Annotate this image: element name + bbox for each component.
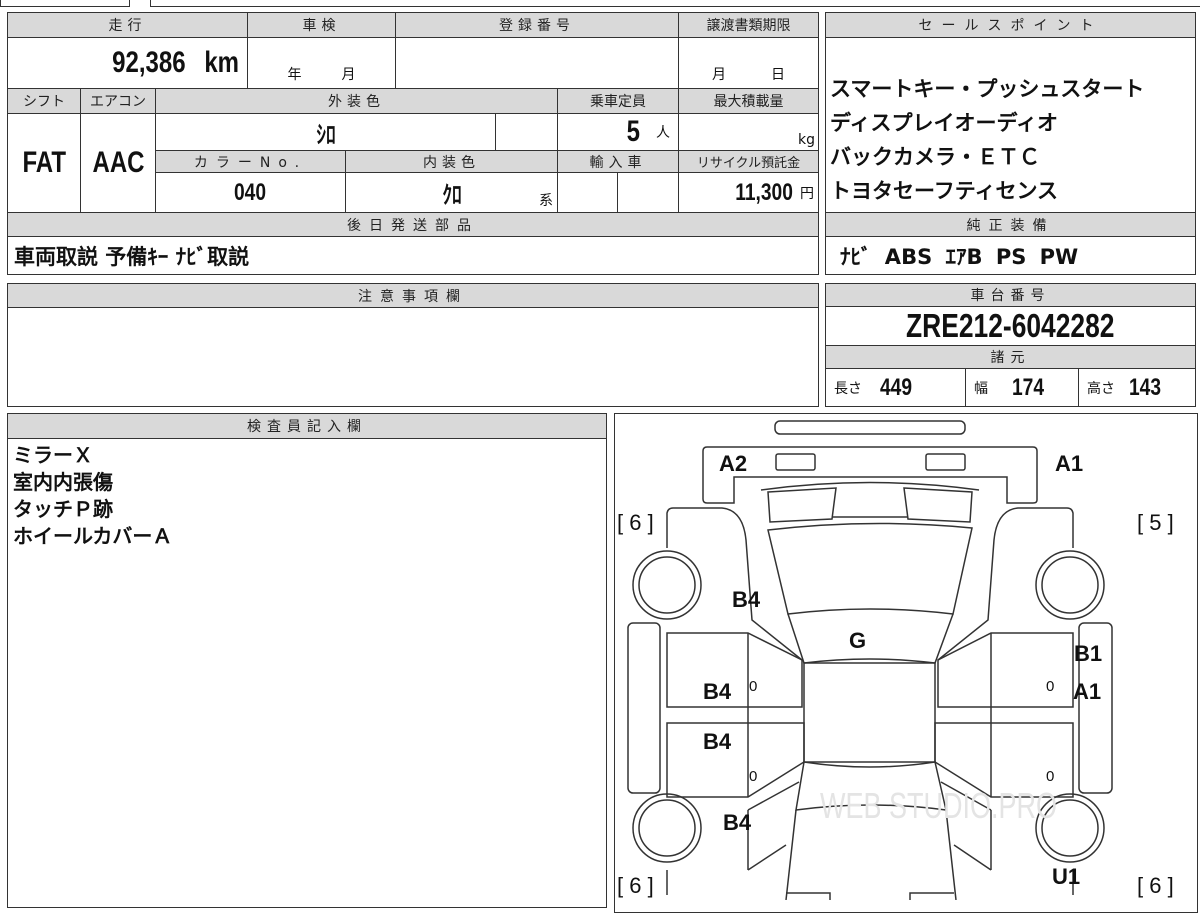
damage-mark: A1 — [1073, 679, 1102, 704]
tire-tread-rear-left: [ 6 ] — [617, 873, 654, 898]
damage-mark: B4 — [732, 587, 761, 612]
tire-tread-front-left: [ 6 ] — [617, 510, 654, 535]
watermark: WEB STUDIO.PRO — [820, 785, 1058, 826]
damage-mark: A1 — [1055, 451, 1084, 476]
zero-mark: 0 — [749, 678, 758, 695]
damage-mark: B4 — [723, 810, 752, 835]
tire-tread-rear-right: [ 6 ] — [1137, 873, 1174, 898]
damage-mark: G — [849, 628, 867, 653]
car-diagram — [627, 420, 1113, 900]
damage-mark: B1 — [1074, 641, 1103, 666]
damage-mark: B4 — [703, 679, 732, 704]
damage-mark: A2 — [719, 451, 748, 476]
zero-mark: 0 — [1046, 768, 1055, 785]
zero-mark: 0 — [1046, 678, 1055, 695]
damage-mark: B4 — [703, 729, 732, 754]
damage-mark: U1 — [1052, 864, 1081, 889]
tire-tread-front-right: [ 5 ] — [1137, 510, 1174, 535]
zero-mark: 0 — [749, 768, 758, 785]
